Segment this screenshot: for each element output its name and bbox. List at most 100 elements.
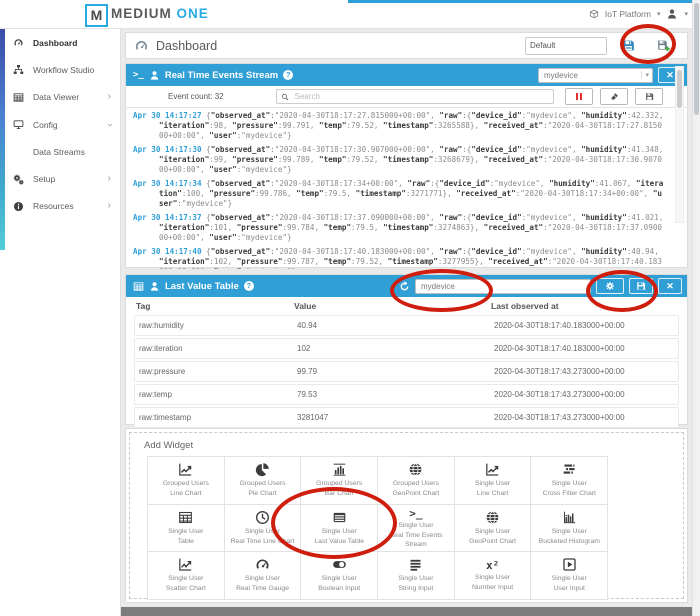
last-value-table-header: Last Value Table ? ✕ [126, 275, 687, 297]
widget-single-user-number-input[interactable]: x²Single UserNumber Input [454, 551, 532, 600]
cell-value: 40.94 [297, 321, 494, 330]
lvt-column-headers: Tag Value Last observed at [134, 297, 679, 315]
stream-event: Apr 30 14:17:37 {"observed_at":"2020-04-… [133, 213, 665, 243]
user-icon [149, 70, 160, 81]
pause-stream-button[interactable] [565, 88, 593, 105]
stream-event: Apr 30 14:17:27 {"observed_at":"2020-04-… [133, 111, 665, 141]
lvt-device-input[interactable] [415, 279, 591, 294]
sidebar-item-setup[interactable]: Setup› [0, 165, 120, 192]
string-lines-icon [408, 557, 423, 572]
clear-stream-button[interactable] [600, 88, 628, 105]
lvt-close-button[interactable]: ✕ [658, 278, 682, 294]
platform-icon [589, 9, 599, 19]
widget-single-user-real-time-events-stream[interactable]: >_Single UserReal Time Events Stream [377, 504, 455, 553]
cell-last-observed: 2020-04-30T18:17:43.273000+00:00 [494, 367, 678, 376]
save-dashboard-button[interactable] [622, 39, 635, 52]
widget-group-label: Single User [475, 527, 510, 536]
user-icon [149, 281, 160, 292]
widget-single-user-last-value-table[interactable]: Single UserLast Value Table [300, 504, 378, 553]
widget-name-label: Line Chart [477, 489, 508, 498]
sidebar-item-label: Data Streams [33, 147, 85, 157]
pie-chart-icon [255, 462, 270, 477]
add-widget-title: Add Widget [144, 440, 683, 451]
widget-name-label: User Input [554, 584, 585, 593]
export-stream-button[interactable] [635, 88, 663, 105]
widget-single-user-line-chart[interactable]: Single UserLine Chart [454, 456, 532, 505]
last-value-table-title: Last Value Table [165, 281, 239, 292]
events-search-input[interactable] [293, 91, 549, 102]
chevron-right-icon: › [108, 174, 111, 184]
widget-grouped-users-pie-chart[interactable]: Grouped UsersPie Chart [224, 456, 302, 505]
lvt-export-button[interactable] [629, 278, 653, 294]
widget-grouped-users-geopoint-chart[interactable]: Grouped UsersGeoPoint Chart [377, 456, 455, 505]
cell-last-observed: 2020-04-30T18:17:43.273000+00:00 [494, 413, 678, 422]
save-as-new-dashboard-button[interactable] [657, 39, 670, 52]
x-squared-icon: x² [486, 559, 499, 572]
help-icon[interactable]: ? [244, 281, 254, 291]
last-value-table-icon [332, 510, 347, 525]
sidebar-item-workflow-studio[interactable]: Workflow Studio [0, 56, 120, 83]
cell-tag: raw:humidity [135, 321, 297, 330]
widget-single-user-string-input[interactable]: Single UserString Input [377, 551, 455, 600]
cell-tag: raw:iteration [135, 344, 297, 353]
gear-icon [605, 281, 615, 291]
widget-single-user-boolean-input[interactable]: Single UserBoolean Input [300, 551, 378, 600]
user-menu-icon[interactable] [666, 8, 678, 20]
events-stream-log[interactable]: Apr 30 14:17:27 {"observed_at":"2020-04-… [126, 108, 687, 269]
eraser-icon [610, 92, 619, 101]
scatter-icon [178, 557, 193, 572]
table-row: raw:pressure99.792020-04-30T18:17:43.273… [134, 361, 679, 382]
widget-single-user-bucketed-histogram[interactable]: Single UserBucketed Histogram [530, 504, 608, 553]
sidebar-item-dashboard[interactable]: Dashboard [0, 29, 120, 56]
top-progress-line [348, 0, 700, 3]
chevron-right-icon: › [108, 92, 111, 102]
clock-icon [255, 510, 270, 525]
dashboard-header: Dashboard [125, 32, 688, 59]
export-icon [645, 92, 654, 101]
widget-group-label: Grouped Users [393, 479, 439, 488]
user-caret-icon[interactable]: ▾ [684, 10, 688, 18]
footer-bar [120, 607, 700, 616]
widget-single-user-real-time-gauge[interactable]: Single UserReal Time Gauge [224, 551, 302, 600]
cell-value: 79.53 [297, 390, 494, 399]
widget-single-user-cross-filter-chart[interactable]: Single UserCross Filter Chart [530, 456, 608, 505]
cell-value: 102 [297, 344, 494, 353]
sidebar-item-data-streams[interactable]: Data Streams [0, 138, 120, 165]
widget-group-label: Single User [245, 527, 280, 536]
widget-grouped-users-bar-chart[interactable]: Grouped UsersBar Chart [300, 456, 378, 505]
gears-icon [13, 174, 24, 185]
stream-scrollbar[interactable] [675, 66, 684, 223]
help-icon[interactable]: ? [283, 70, 293, 80]
cross-filter-icon [562, 462, 577, 477]
page-scrollbar[interactable] [692, 0, 700, 616]
platform-label[interactable]: IoT Platform [605, 9, 651, 19]
stream-scrollbar-thumb[interactable] [677, 70, 682, 108]
widget-group-label: Single User [168, 574, 203, 583]
sidebar-item-data-viewer[interactable]: Data Viewer› [0, 84, 120, 111]
widget-single-user-user-input[interactable]: Single UserUser Input [530, 551, 608, 600]
widget-single-user-table[interactable]: Single UserTable [147, 504, 225, 553]
lvt-settings-button[interactable] [596, 278, 624, 294]
widget-name-label: Bar Chart [325, 489, 354, 498]
cell-tag: raw:pressure [135, 367, 297, 376]
platform-caret-icon[interactable]: ▾ [657, 10, 661, 18]
widget-name-label: GeoPoint Chart [392, 489, 439, 498]
widget-single-user-scatter-chart[interactable]: Single UserScatter Chart [147, 551, 225, 600]
add-widget-panel: Add Widget Grouped UsersLine ChartGroupe… [125, 428, 688, 603]
table-row: raw:timestamp32810472020-04-30T18:17:43.… [134, 407, 679, 428]
widget-name-label: Number Input [472, 583, 513, 592]
sidebar-item-resources[interactable]: Resources› [0, 193, 120, 220]
cell-last-observed: 2020-04-30T18:17:40.183000+00:00 [494, 344, 678, 353]
page-scrollbar-thumb[interactable] [694, 3, 699, 115]
refresh-icon[interactable] [399, 281, 410, 292]
sidebar-item-config[interactable]: Config› [0, 111, 120, 138]
dashboard-name-input[interactable] [525, 37, 607, 55]
widget-group-label: Single User [322, 574, 357, 583]
widget-single-user-real-time-line-chart[interactable]: Single UserReal Time Line Chart [224, 504, 302, 553]
widget-name-label: Table [178, 537, 194, 546]
table-icon [133, 281, 144, 292]
cell-value: 99.79 [297, 367, 494, 376]
widget-grouped-users-line-chart[interactable]: Grouped UsersLine Chart [147, 456, 225, 505]
events-device-select[interactable]: mydevice ▾ [538, 68, 653, 83]
widget-single-user-geopoint-chart[interactable]: Single UserGeoPoint Chart [454, 504, 532, 553]
